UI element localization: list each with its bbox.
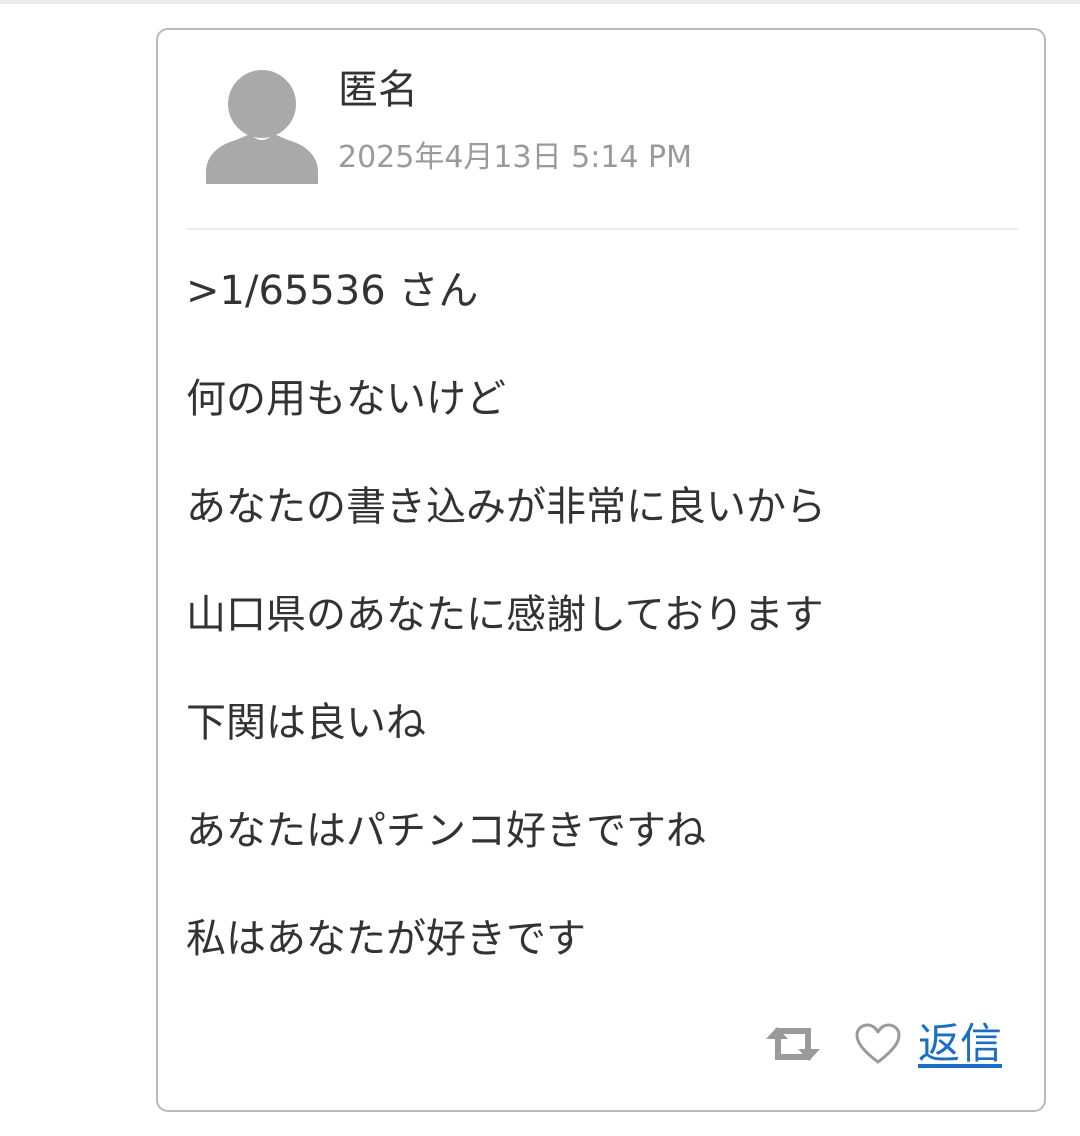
comment-body: >1/65536 さん 何の用もないけど あなたの書き込みが非常に良いから 山口…: [186, 263, 1026, 1019]
heart-icon[interactable]: [854, 1022, 902, 1066]
comment-line: あなたの書き込みが非常に良いから: [186, 484, 826, 530]
comment-line: あなたはパチンコ好きですね: [186, 808, 706, 854]
comment-line: 下関は良いね: [186, 700, 426, 746]
comment-line: 山口県のあなたに感謝しております: [186, 592, 824, 638]
post-timestamp: 2025年4月13日 5:14 PM: [338, 140, 693, 175]
retweet-icon[interactable]: [764, 1024, 822, 1064]
comment-actions: 返信: [764, 1016, 1002, 1072]
avatar: [206, 70, 318, 184]
comment-line: 何の用もないけど: [186, 376, 506, 422]
comment-card: 匿名 2025年4月13日 5:14 PM >1/65536 さん 何の用もない…: [156, 28, 1046, 1112]
comment-line: >1/65536 さん: [186, 268, 479, 314]
comment-line: 私はあなたが好きです: [186, 916, 586, 962]
author-name: 匿名: [338, 67, 418, 113]
reply-link[interactable]: 返信: [918, 1016, 1002, 1072]
header-divider: [186, 228, 1018, 230]
user-silhouette-icon: [206, 70, 318, 184]
top-divider: [0, 0, 1080, 4]
